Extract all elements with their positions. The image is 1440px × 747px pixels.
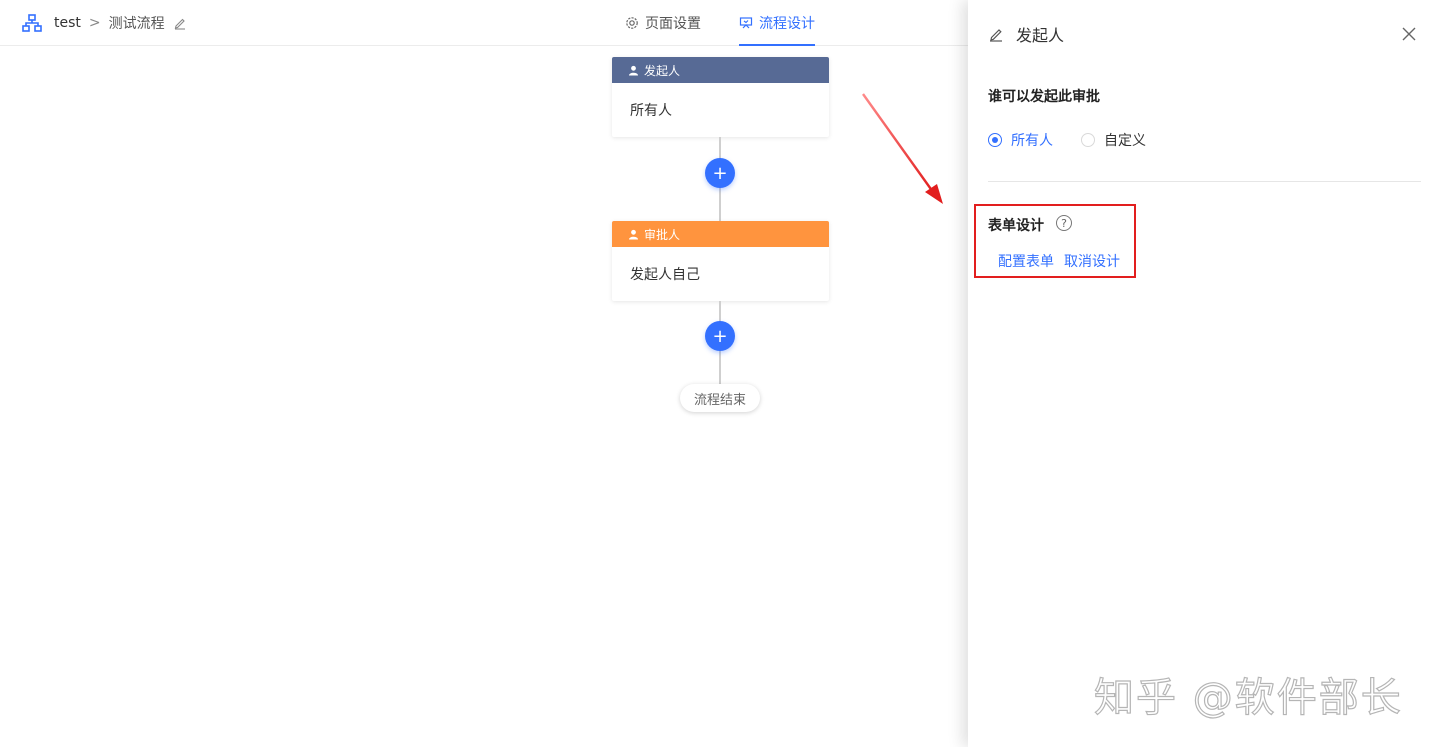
flow-end-node: 流程结束 [680, 384, 760, 412]
initiator-node-body: 所有人 [630, 103, 672, 119]
radio-dot [1081, 133, 1095, 147]
radio-everyone[interactable]: 所有人 [988, 130, 1053, 150]
gear-icon [625, 16, 645, 30]
tab-flow-design[interactable]: 流程设计 [739, 0, 815, 46]
radio-dot [988, 133, 1002, 147]
tab-page-settings-label: 页面设置 [645, 16, 701, 32]
watermark-text: 知乎 @软件部长 [1093, 674, 1403, 721]
edit-name-icon[interactable] [173, 16, 187, 30]
flow-designer-page: test > 测试流程 页面设置 流程设计 发起人 所有人 + 审批人 发起人自… [0, 0, 1440, 747]
approver-node[interactable]: 审批人 发起人自己 [612, 221, 829, 301]
initiator-node-title: 发起人 [644, 63, 681, 78]
user-icon [628, 229, 644, 240]
user-icon [628, 65, 644, 76]
breadcrumb-separator: > [88, 15, 101, 31]
who-can-initiate-label: 谁可以发起此审批 [988, 89, 1100, 105]
radio-custom-label: 自定义 [1104, 133, 1146, 149]
drawer-header: 发起人 [988, 22, 1064, 46]
breadcrumb-root[interactable]: test [54, 15, 81, 31]
org-chart-icon [22, 14, 42, 32]
section-divider [988, 181, 1421, 182]
add-node-button[interactable]: + [705, 158, 735, 188]
drawer-title: 发起人 [1016, 26, 1065, 45]
form-design-label: 表单设计 [988, 218, 1044, 234]
approver-node-header: 审批人 [612, 221, 829, 247]
approver-node-body: 发起人自己 [630, 267, 700, 283]
initiator-node-header: 发起人 [612, 57, 829, 83]
edit-icon[interactable] [988, 26, 1004, 42]
form-design-actions: 配置表单 取消设计 [998, 251, 1130, 271]
close-icon[interactable] [1402, 26, 1416, 41]
tab-bar: 页面设置 流程设计 [625, 0, 853, 46]
cancel-design-link[interactable]: 取消设计 [1064, 251, 1120, 271]
add-node-button[interactable]: + [705, 321, 735, 351]
help-icon[interactable]: ? [1056, 215, 1072, 231]
tab-page-settings[interactable]: 页面设置 [625, 0, 701, 46]
annotation-arrow [862, 93, 943, 204]
breadcrumb-current: 测试流程 [108, 16, 165, 32]
initiator-settings-drawer: 发起人 谁可以发起此审批 所有人 自定义 表单设计 ? 配置表单 取消设计 知乎… [968, 0, 1440, 747]
tab-flow-design-label: 流程设计 [759, 16, 815, 32]
initiator-scope-radio-group: 所有人 自定义 [988, 130, 1174, 150]
configure-form-link[interactable]: 配置表单 [998, 251, 1054, 271]
flow-design-icon [739, 16, 759, 30]
radio-everyone-label: 所有人 [1011, 133, 1053, 149]
breadcrumb: test > 测试流程 [22, 13, 187, 33]
approver-node-title: 审批人 [644, 227, 681, 242]
initiator-node[interactable]: 发起人 所有人 [612, 57, 829, 137]
radio-custom[interactable]: 自定义 [1081, 130, 1146, 150]
